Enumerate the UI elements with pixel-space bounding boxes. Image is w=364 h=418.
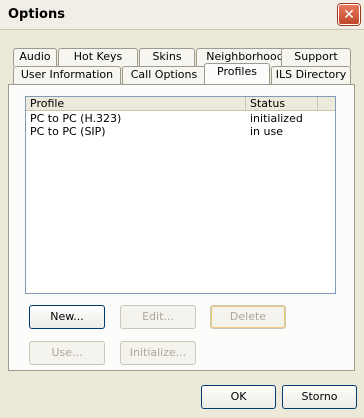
profile-name: PC to PC (H.323) (30, 112, 122, 125)
tab-audio[interactable]: Audio (13, 48, 57, 66)
tab-ils-directory[interactable]: ILS Directory (271, 66, 351, 84)
list-item[interactable]: PC to PC (SIP) in use (26, 125, 335, 138)
tab-call-options[interactable]: Call Options (122, 66, 206, 84)
window-title: Options (8, 7, 65, 22)
profile-name: PC to PC (SIP) (30, 125, 106, 138)
tab-hot-keys[interactable]: Hot Keys (58, 48, 138, 66)
initialize-profile-button[interactable]: Initialize... (120, 341, 196, 365)
use-profile-button[interactable]: Use... (29, 341, 105, 365)
new-profile-button[interactable]: New... (29, 305, 105, 329)
tab-user-information[interactable]: User Information (13, 66, 121, 84)
ok-button[interactable]: OK (201, 385, 276, 409)
tab-skins[interactable]: Skins (139, 48, 195, 66)
title-bar: Options ✕ (0, 0, 364, 30)
list-header: Profile Status (26, 97, 335, 111)
tab-support[interactable]: Support (281, 48, 351, 66)
tab-profiles[interactable]: Profiles (204, 63, 270, 84)
close-button[interactable]: ✕ (338, 4, 360, 25)
profiles-list[interactable]: Profile Status PC to PC (H.323) initiali… (25, 96, 336, 294)
cancel-button[interactable]: Storno (282, 385, 357, 409)
edit-profile-button[interactable]: Edit... (120, 305, 196, 329)
profile-status: initialized (250, 112, 303, 125)
column-header-profile[interactable]: Profile (26, 97, 246, 110)
profile-status: in use (250, 125, 283, 138)
delete-profile-button[interactable]: Delete (210, 305, 286, 329)
close-icon: ✕ (343, 6, 355, 23)
list-item[interactable]: PC to PC (H.323) initialized (26, 112, 335, 125)
column-header-status[interactable]: Status (246, 97, 318, 110)
